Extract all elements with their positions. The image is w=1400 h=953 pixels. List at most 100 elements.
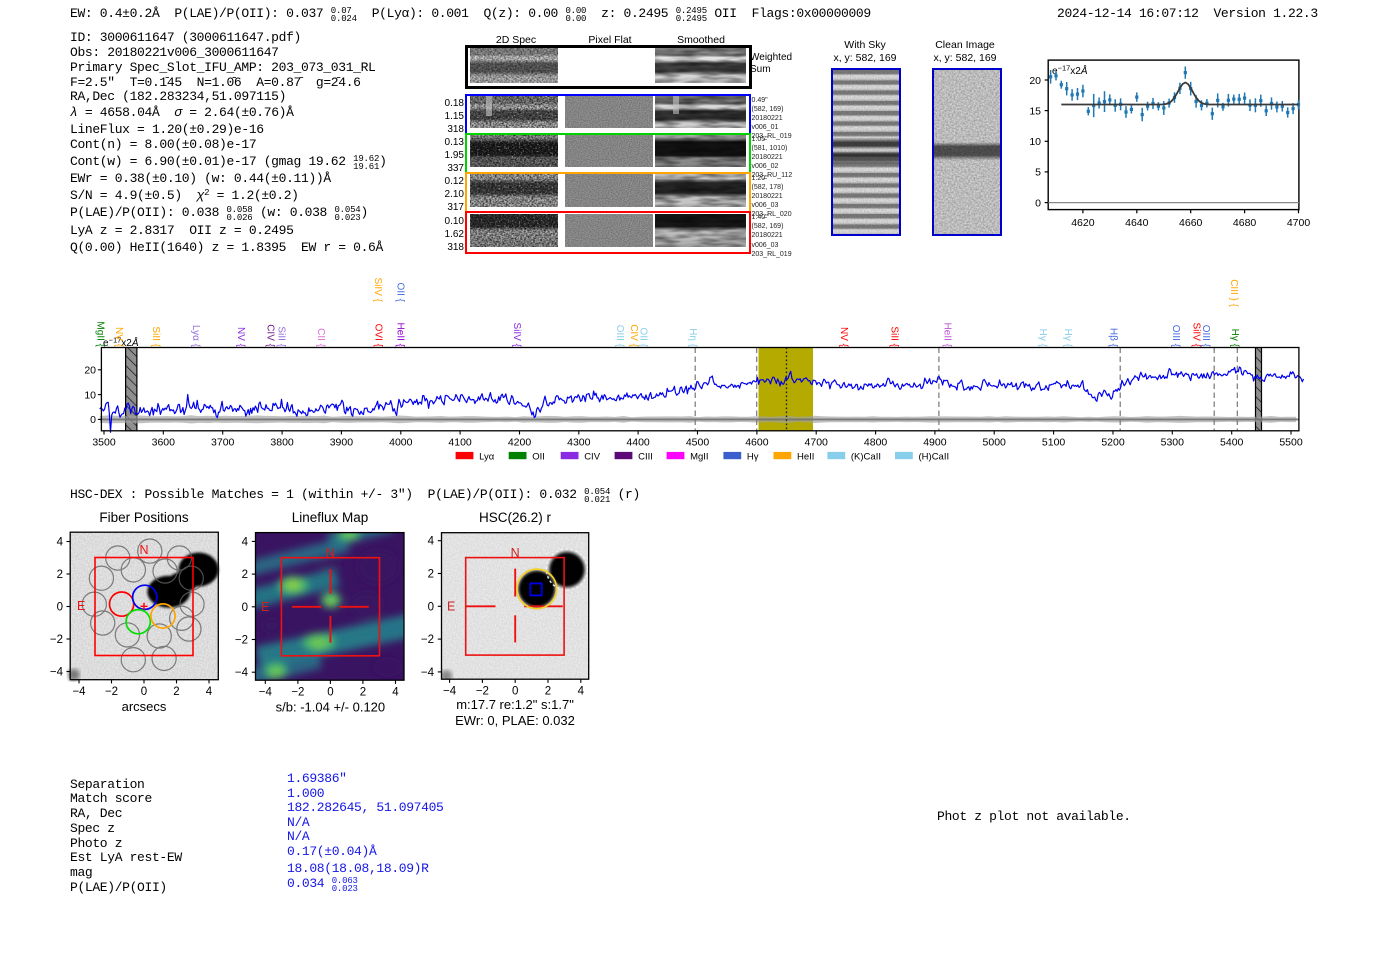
svg-text:MgII {: MgII { [95,321,106,347]
svg-text:NV {: NV { [113,327,124,348]
svg-text:CIV: CIV [584,452,601,463]
svg-text:OVI {: OVI { [373,324,384,348]
svg-text:arcsecs: arcsecs [122,699,167,714]
svg-text:OIII {: OIII { [614,325,625,348]
svg-text:15: 15 [1029,105,1041,117]
svg-text:−2: −2 [421,634,434,646]
svg-text:MgII: MgII [690,452,708,463]
svg-text:4: 4 [242,536,249,548]
svg-text:SiIV {: SiIV { [1191,323,1202,348]
svg-text:4900: 4900 [923,437,947,449]
svg-text:N: N [511,546,520,560]
svg-text:Hγ {: Hγ { [1037,329,1048,348]
svg-text:4600: 4600 [745,437,769,449]
svg-text:4: 4 [578,686,585,698]
svg-text:OIII {: OIII { [1200,325,1211,348]
svg-text:2: 2 [545,686,551,698]
svg-text:3500: 3500 [92,437,116,449]
svg-text:N: N [326,546,335,560]
svg-text:−4: −4 [235,667,249,679]
svg-text:−2: −2 [50,634,63,646]
svg-text:2: 2 [173,686,179,698]
svg-text:Fiber Positions: Fiber Positions [99,510,189,525]
svg-text:Hγ {: Hγ { [1229,329,1240,348]
svg-text:3800: 3800 [270,437,294,449]
svg-text:4700: 4700 [805,437,829,449]
svg-text:OII {: OII { [395,283,406,303]
svg-text:Hγ: Hγ [747,452,759,463]
svg-text:4300: 4300 [567,437,591,449]
svg-text:−2: −2 [235,635,248,647]
svg-text:OII: OII [532,452,545,463]
svg-text:CIV {: CIV { [265,324,276,347]
svg-text:2: 2 [57,569,63,581]
svg-text:−2: −2 [105,686,118,698]
svg-text:4200: 4200 [508,437,532,449]
svg-text:CII {: CII { [315,328,326,348]
svg-text:HSC(26.2) r: HSC(26.2) r [479,510,552,525]
svg-text:SiII {: SiII { [150,326,161,347]
svg-text:4800: 4800 [864,437,888,449]
svg-text:OIII {: OIII { [1170,325,1181,348]
svg-text:5000: 5000 [983,437,1007,449]
svg-text:4680: 4680 [1233,217,1257,229]
svg-text:0: 0 [1035,197,1041,209]
svg-text:HeII: HeII [797,452,814,463]
svg-text:4: 4 [206,686,213,698]
svg-text:HeII {: HeII { [942,323,953,348]
svg-text:E: E [77,599,85,613]
svg-text:SiIV {: SiIV { [511,323,522,348]
svg-text:(K)CaII: (K)CaII [851,452,881,463]
svg-text:SiII {: SiII { [276,326,287,347]
svg-text:0: 0 [327,687,333,699]
svg-text:20: 20 [84,365,96,377]
svg-text:4700: 4700 [1287,217,1311,229]
svg-text:2: 2 [428,569,434,581]
svg-text:−4: −4 [443,686,457,698]
svg-text:0: 0 [512,686,518,698]
svg-text:−4: −4 [72,686,86,698]
svg-text:0: 0 [57,602,63,614]
svg-text:−4: −4 [259,687,273,699]
svg-text:−2: −2 [476,686,489,698]
svg-text:10: 10 [84,389,96,401]
svg-text:−4: −4 [50,667,64,679]
svg-text:N: N [139,543,148,557]
svg-text:5400: 5400 [1220,437,1244,449]
svg-text:m:17.7 re:1.2" s:1.7": m:17.7 re:1.2" s:1.7" [456,697,574,712]
svg-text:E: E [261,600,269,614]
svg-text:0: 0 [242,602,248,614]
svg-text:4: 4 [428,536,435,548]
svg-text:3700: 3700 [211,437,235,449]
svg-text:4000: 4000 [389,437,413,449]
svg-text:5: 5 [1035,167,1041,179]
svg-text:Hη {: Hη { [687,328,698,348]
svg-text:10: 10 [1029,136,1041,148]
svg-text:NV {: NV { [235,327,246,348]
svg-text:SiIV {: SiIV { [372,278,383,303]
svg-text:HeII {: HeII { [395,323,406,348]
svg-text:OII {: OII { [638,328,649,348]
svg-text:4: 4 [57,537,64,549]
svg-text:CIII } {: CIII } { [1228,279,1239,307]
svg-text:4640: 4640 [1125,217,1149,229]
svg-text:0: 0 [90,414,96,426]
svg-text:20: 20 [1029,75,1041,87]
svg-text:EWr: 0, PLAE: 0.032: EWr: 0, PLAE: 0.032 [455,713,575,728]
svg-text:CIV {: CIV { [628,324,639,347]
svg-text:E: E [447,600,455,614]
svg-text:−2: −2 [291,687,304,699]
svg-text:4100: 4100 [448,437,472,449]
svg-text:5200: 5200 [1101,437,1125,449]
svg-text:(H)CaII: (H)CaII [919,452,950,463]
svg-text:Hγ {: Hγ { [1062,329,1073,348]
svg-text:NV {: NV { [838,327,849,348]
svg-text:Hβ {: Hβ { [1108,328,1119,348]
svg-text:2: 2 [360,687,366,699]
svg-text:CIII: CIII [638,452,653,463]
svg-text:3600: 3600 [152,437,176,449]
svg-text:2: 2 [242,569,248,581]
svg-text:4400: 4400 [626,437,650,449]
svg-text:0: 0 [428,601,434,613]
svg-text:5100: 5100 [1042,437,1066,449]
